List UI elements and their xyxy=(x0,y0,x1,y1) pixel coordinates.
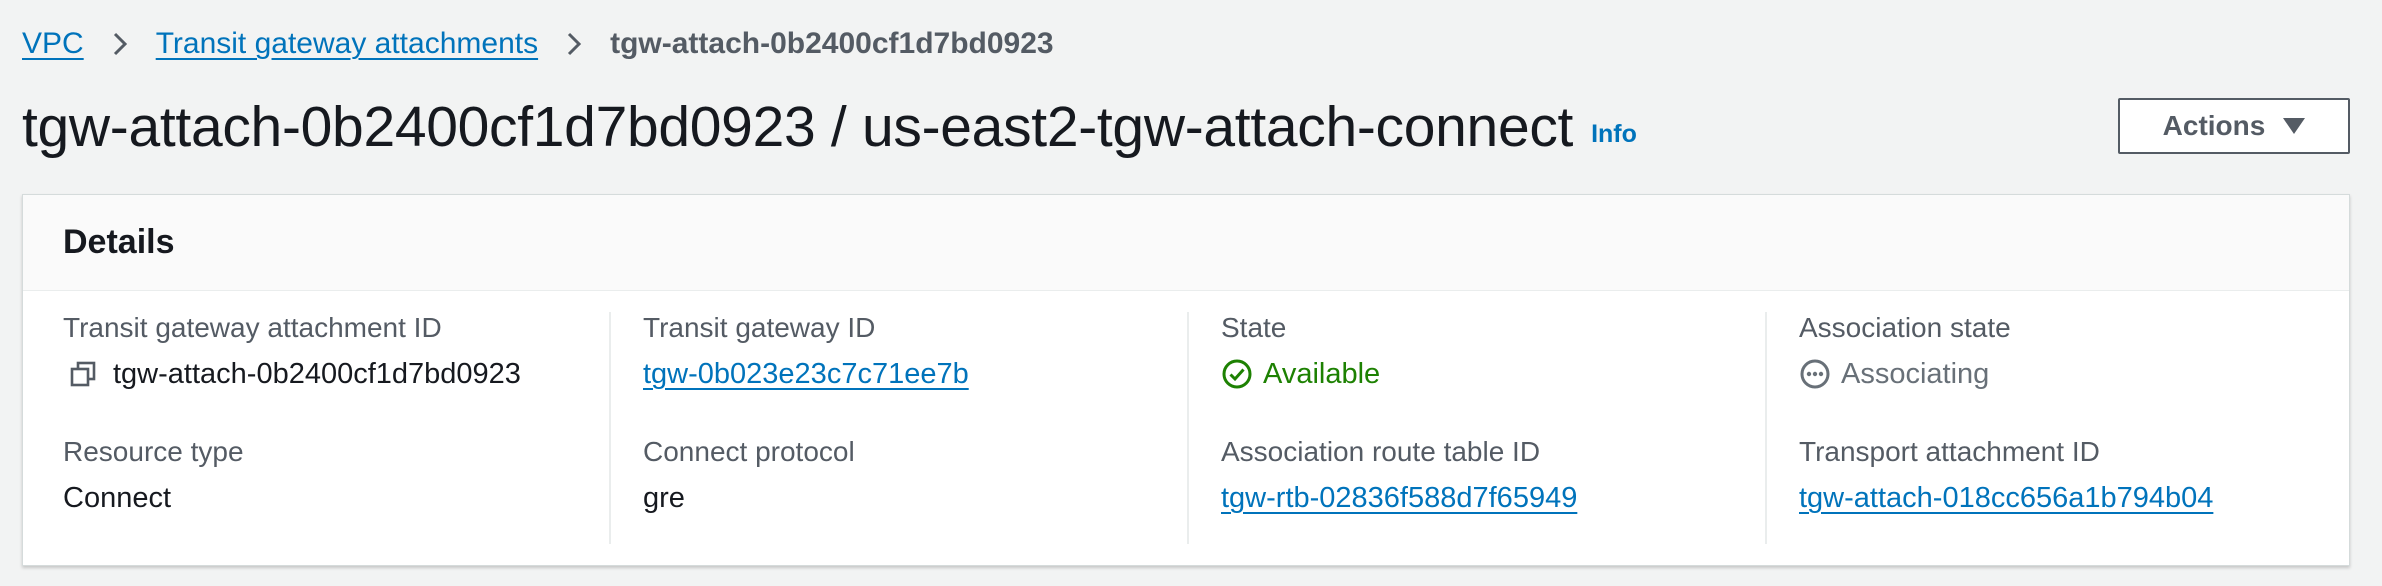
details-panel-header: Details xyxy=(23,195,2349,291)
connect-protocol-value: gre xyxy=(643,481,685,514)
chevron-right-icon xyxy=(112,31,128,57)
breadcrumb-transit-gateway-attachments-link[interactable]: Transit gateway attachments xyxy=(156,27,538,61)
info-link[interactable]: Info xyxy=(1591,120,1637,149)
resource-type-value: Connect xyxy=(63,481,172,514)
association-route-table-id-link[interactable]: tgw-rtb-02836f588d7f65949 xyxy=(1221,482,1577,515)
breadcrumb: VPC Transit gateway attachments tgw-atta… xyxy=(22,24,1054,64)
field-association-route-table-id: Association route table ID tgw-rtb-02836… xyxy=(1221,436,1577,516)
field-connect-protocol: Connect protocol gre xyxy=(643,436,855,516)
pending-circle-icon xyxy=(1799,358,1831,390)
field-value-row: tgw-attach-018cc656a1b794b04 xyxy=(1799,480,2213,516)
association-state-value: Associating xyxy=(1841,357,1990,390)
details-grid: Transit gateway attachment ID tgw-attach… xyxy=(23,292,2349,567)
field-label: Resource type xyxy=(63,436,244,467)
field-transit-gateway-id: Transit gateway ID tgw-0b023e23c7c71ee7b xyxy=(643,312,969,392)
breadcrumb-vpc-link[interactable]: VPC xyxy=(22,27,84,61)
field-transport-attachment-id: Transport attachment ID tgw-attach-018cc… xyxy=(1799,436,2213,516)
transport-attachment-id-link[interactable]: tgw-attach-018cc656a1b794b04 xyxy=(1799,482,2213,515)
field-label: Transit gateway ID xyxy=(643,312,876,343)
field-association-state: Association state Associating xyxy=(1799,312,2011,392)
check-circle-icon xyxy=(1221,358,1253,390)
field-value-row: Available xyxy=(1221,356,1380,392)
attachment-id-value: tgw-attach-0b2400cf1d7bd0923 xyxy=(113,357,521,390)
breadcrumb-current: tgw-attach-0b2400cf1d7bd0923 xyxy=(610,27,1054,60)
details-column-4: Association state Associating Transport … xyxy=(1759,292,2349,567)
details-column-2: Transit gateway ID tgw-0b023e23c7c71ee7b… xyxy=(603,292,1182,567)
caret-down-icon xyxy=(2283,118,2306,134)
field-label: Transport attachment ID xyxy=(1799,436,2100,467)
field-value-row: tgw-rtb-02836f588d7f65949 xyxy=(1221,480,1577,516)
field-attachment-id: Transit gateway attachment ID tgw-attach… xyxy=(63,312,521,392)
chevron-right-icon xyxy=(566,31,582,57)
state-value: Available xyxy=(1263,357,1381,390)
transit-gateway-id-link[interactable]: tgw-0b023e23c7c71ee7b xyxy=(643,358,969,391)
field-label: Association route table ID xyxy=(1221,436,1541,467)
actions-button[interactable]: Actions xyxy=(2118,98,2350,154)
field-label: Association state xyxy=(1799,312,2011,343)
actions-button-label: Actions xyxy=(2162,110,2266,141)
page-header: tgw-attach-0b2400cf1d7bd0923 / us-east2-… xyxy=(22,92,2350,162)
field-value-row: Associating xyxy=(1799,356,2011,392)
field-value-row: tgw-0b023e23c7c71ee7b xyxy=(643,356,969,392)
field-state: State Available xyxy=(1221,312,1380,392)
field-label: Connect protocol xyxy=(643,436,855,467)
details-column-1: Transit gateway attachment ID tgw-attach… xyxy=(23,292,602,567)
field-resource-type: Resource type Connect xyxy=(63,436,244,516)
copy-icon[interactable] xyxy=(69,360,97,388)
page-title: tgw-attach-0b2400cf1d7bd0923 / us-east2-… xyxy=(22,95,1574,159)
field-label: Transit gateway attachment ID xyxy=(63,312,442,343)
field-label: State xyxy=(1221,312,1287,343)
field-value-row: tgw-attach-0b2400cf1d7bd0923 xyxy=(63,356,521,392)
details-panel: Details Transit gateway attachment ID tg… xyxy=(22,194,2350,566)
details-title: Details xyxy=(63,223,175,261)
details-column-3: State Available Association route table … xyxy=(1181,292,1760,567)
